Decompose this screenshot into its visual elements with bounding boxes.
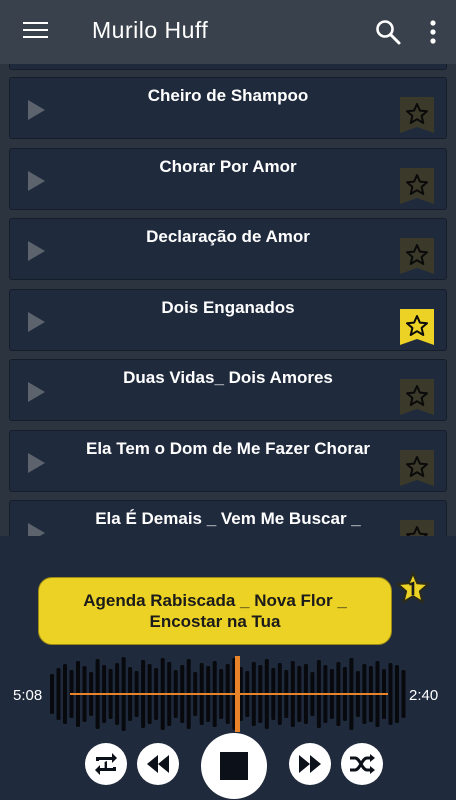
song-title: Dois Enganados bbox=[161, 298, 295, 317]
song-title: Duas Vidas_ Dois Amores bbox=[123, 368, 333, 387]
waveform-bar bbox=[50, 674, 54, 714]
waveform-bar bbox=[401, 670, 406, 718]
waveform-bar bbox=[388, 663, 393, 725]
play-icon[interactable] bbox=[28, 171, 45, 191]
repeat-one-button[interactable] bbox=[84, 742, 128, 786]
waveform-bar bbox=[56, 668, 61, 720]
stop-button[interactable] bbox=[200, 732, 268, 800]
play-icon[interactable] bbox=[28, 241, 45, 261]
list-item[interactable]: Cheiro de Shampoo bbox=[9, 77, 447, 139]
app-bar: Murilo Huff bbox=[0, 0, 456, 64]
rewind-button[interactable] bbox=[136, 742, 180, 786]
now-playing-title: Agenda Rabiscada _ Nova Flor _ Encostar … bbox=[83, 591, 347, 631]
waveform-bar bbox=[63, 664, 67, 724]
song-title: Cheiro de Shampoo bbox=[147, 86, 309, 105]
list-item[interactable]: Ela Tem o Dom de Me Fazer Chorar bbox=[9, 430, 447, 492]
elapsed-time: 5:08 bbox=[13, 687, 43, 704]
list-item[interactable]: Duas Vidas_ Dois Amores bbox=[9, 359, 447, 421]
now-playing-card[interactable]: Agenda Rabiscada _ Nova Flor _ Encostar … bbox=[38, 577, 392, 645]
list-item[interactable]: Chorar Por Amor bbox=[9, 148, 447, 210]
play-icon[interactable] bbox=[28, 312, 45, 332]
play-icon[interactable] bbox=[28, 453, 45, 473]
more-options-icon[interactable] bbox=[426, 18, 440, 46]
favorite-star-icon[interactable] bbox=[398, 307, 436, 347]
favorite-star-icon[interactable] bbox=[398, 95, 436, 135]
seek-thumb[interactable] bbox=[235, 656, 240, 732]
favorite-star-icon[interactable] bbox=[394, 570, 432, 608]
app-title: Murilo Huff bbox=[92, 17, 209, 43]
song-title: Ela É Demais _ Vem Me Buscar _ bbox=[95, 509, 361, 528]
total-time: 2:40 bbox=[409, 687, 439, 704]
play-icon[interactable] bbox=[28, 523, 45, 536]
menu-icon[interactable] bbox=[23, 22, 48, 42]
list-item[interactable] bbox=[9, 64, 447, 70]
shuffle-button[interactable] bbox=[340, 742, 384, 786]
list-item[interactable]: Declaração de Amor bbox=[9, 218, 447, 280]
favorite-star-icon[interactable] bbox=[398, 448, 436, 488]
favorite-star-icon[interactable] bbox=[398, 236, 436, 276]
player-panel: Agenda Rabiscada _ Nova Flor _ Encostar … bbox=[0, 536, 456, 800]
fast-forward-button[interactable] bbox=[288, 742, 332, 786]
song-title: Declaração de Amor bbox=[146, 227, 310, 246]
list-item[interactable]: Dois Enganados bbox=[9, 289, 447, 351]
play-icon[interactable] bbox=[28, 382, 45, 402]
song-title: Ela Tem o Dom de Me Fazer Chorar bbox=[85, 439, 371, 458]
favorite-star-icon[interactable] bbox=[398, 166, 436, 206]
waveform-seekbar[interactable] bbox=[48, 654, 410, 734]
play-icon[interactable] bbox=[28, 100, 45, 120]
waveform-bar bbox=[395, 665, 399, 723]
song-list[interactable]: Cheiro de Shampoo Chorar Por Amor Declar… bbox=[0, 64, 456, 536]
list-item[interactable]: Ela É Demais _ Vem Me Buscar _ bbox=[9, 500, 447, 536]
favorite-star-icon[interactable] bbox=[398, 377, 436, 417]
song-title: Chorar Por Amor bbox=[159, 157, 297, 176]
favorite-star-icon[interactable] bbox=[398, 518, 436, 536]
search-icon[interactable] bbox=[374, 18, 402, 46]
